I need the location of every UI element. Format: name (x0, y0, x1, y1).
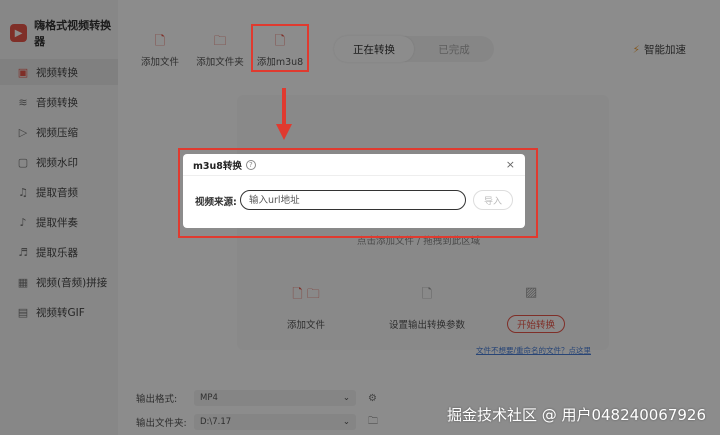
dialog-header: m3u8转换 ? × (183, 154, 525, 176)
import-button[interactable]: 导入 (473, 190, 513, 210)
annotation-arrow-icon (276, 88, 292, 140)
m3u8-dialog: m3u8转换 ? × 视频来源: 导入 (183, 154, 525, 228)
help-icon[interactable]: ? (245, 159, 256, 170)
watermark: 掘金技术社区 @ 用户048240067926 (446, 406, 706, 424)
dialog-title: m3u8转换 (193, 160, 242, 172)
close-icon[interactable]: × (506, 158, 515, 171)
url-input[interactable] (240, 190, 466, 210)
annotation-highlight-toolbar (251, 24, 309, 72)
source-label: 视频来源: (195, 197, 237, 208)
